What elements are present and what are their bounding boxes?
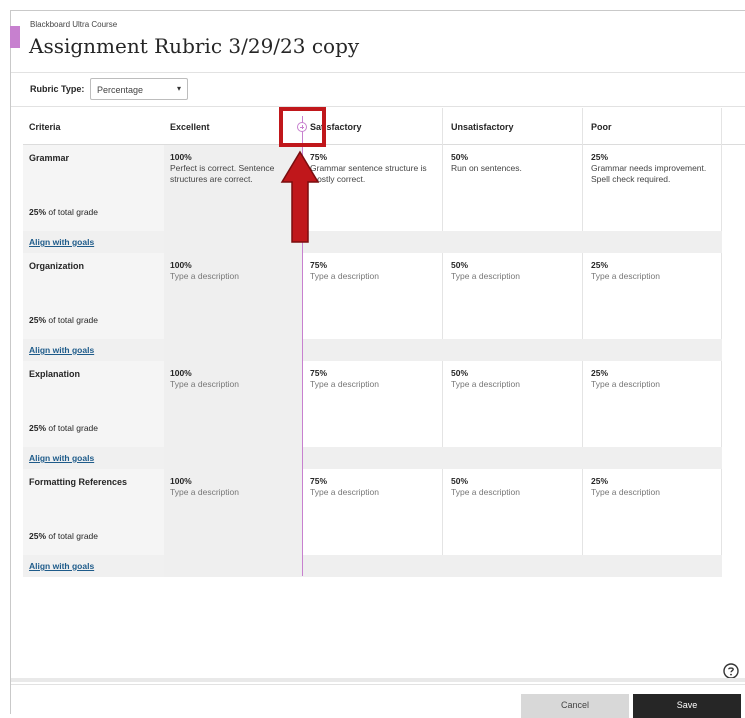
rubric-type-label: Rubric Type: bbox=[30, 84, 85, 94]
rubric-cell[interactable]: 50% Run on sentences. bbox=[451, 152, 579, 174]
rubric-cell[interactable]: 75% Type a description bbox=[310, 260, 438, 282]
page-title[interactable]: Assignment Rubric 3/29/23 copy bbox=[29, 34, 359, 58]
rubric-cell[interactable]: 50% Type a description bbox=[451, 260, 579, 282]
rubric-cell[interactable]: 25% Type a description bbox=[591, 476, 719, 498]
criterion-row-explanation: Explanation 25% of total grade 100% Type … bbox=[23, 361, 722, 447]
align-goals-bar: Align with goals bbox=[23, 339, 722, 361]
criterion-row-formatting-references: Formatting References 25% of total grade… bbox=[23, 469, 722, 555]
criterion-weight[interactable]: 25% of total grade bbox=[29, 315, 98, 325]
criterion-name[interactable]: Grammar bbox=[29, 153, 69, 163]
criterion-row-grammar: Grammar 25% of total grade 100% Perfect i… bbox=[23, 145, 722, 231]
rubric-cell[interactable]: 100% Perfect is correct. Sentence structu… bbox=[170, 152, 298, 185]
annotation-highlight-box bbox=[279, 107, 326, 147]
toolbar-divider bbox=[11, 106, 745, 107]
align-goals-bar: Align with goals bbox=[23, 555, 722, 577]
align-with-goals-link[interactable]: Align with goals bbox=[29, 453, 94, 463]
course-name: Blackboard Ultra Course bbox=[30, 20, 118, 29]
criterion-name[interactable]: Explanation bbox=[29, 369, 80, 379]
arrow-up-annotation-icon bbox=[280, 150, 320, 243]
criterion-weight[interactable]: 25% of total grade bbox=[29, 207, 98, 217]
rubric-type-select[interactable]: Percentage ▾ bbox=[90, 78, 188, 100]
criterion-weight[interactable]: 25% of total grade bbox=[29, 531, 98, 541]
criterion-name[interactable]: Organization bbox=[29, 261, 84, 271]
rubric-cell[interactable]: 50% Type a description bbox=[451, 368, 579, 390]
level-header-excellent[interactable]: Excellent bbox=[170, 122, 210, 132]
rubric-cell[interactable]: 50% Type a description bbox=[451, 476, 579, 498]
rubric-cell[interactable]: 100% Type a description bbox=[170, 368, 298, 390]
align-with-goals-link[interactable]: Align with goals bbox=[29, 345, 94, 355]
align-with-goals-link[interactable]: Align with goals bbox=[29, 237, 94, 247]
rubric-cell[interactable]: 75% Type a description bbox=[310, 368, 438, 390]
header-divider bbox=[11, 72, 745, 73]
rubric-cell[interactable]: 25% Type a description bbox=[591, 368, 719, 390]
rubric-cell[interactable]: 100% Type a description bbox=[170, 260, 298, 282]
horizontal-scrollbar[interactable] bbox=[11, 678, 745, 682]
rubric-cell[interactable]: 100% Type a description bbox=[170, 476, 298, 498]
chevron-down-icon: ▾ bbox=[176, 84, 181, 93]
align-with-goals-link[interactable]: Align with goals bbox=[29, 561, 94, 571]
footer-bar: Cancel Save bbox=[11, 684, 745, 718]
criterion-weight[interactable]: 25% of total grade bbox=[29, 423, 98, 433]
criterion-name[interactable]: Formatting References bbox=[29, 477, 127, 487]
align-goals-bar: Align with goals bbox=[23, 231, 722, 253]
rubric-cell[interactable]: 25% Type a description bbox=[591, 260, 719, 282]
title-accent-bar bbox=[10, 26, 20, 48]
level-header-poor[interactable]: Poor bbox=[591, 122, 612, 132]
rubric-cell[interactable]: 25% Grammar needs improvement. Spell chec… bbox=[591, 152, 719, 185]
criteria-column-header: Criteria bbox=[29, 122, 61, 132]
rubric-cell[interactable]: 75% Type a description bbox=[310, 476, 438, 498]
rubric-type-value: Percentage bbox=[97, 85, 144, 95]
cancel-button[interactable]: Cancel bbox=[521, 694, 629, 718]
rubric-cell[interactable]: 75% Grammar sentence structure is mostly … bbox=[310, 152, 438, 185]
level-header-unsatisfactory[interactable]: Unsatisfactory bbox=[451, 122, 514, 132]
align-goals-bar: Align with goals bbox=[23, 447, 722, 469]
rubric-header-row: Criteria Excellent Satisfactory Unsatisf… bbox=[23, 108, 745, 145]
criterion-row-organization: Organization 25% of total grade 100% Type… bbox=[23, 253, 722, 339]
save-button[interactable]: Save bbox=[633, 694, 741, 718]
